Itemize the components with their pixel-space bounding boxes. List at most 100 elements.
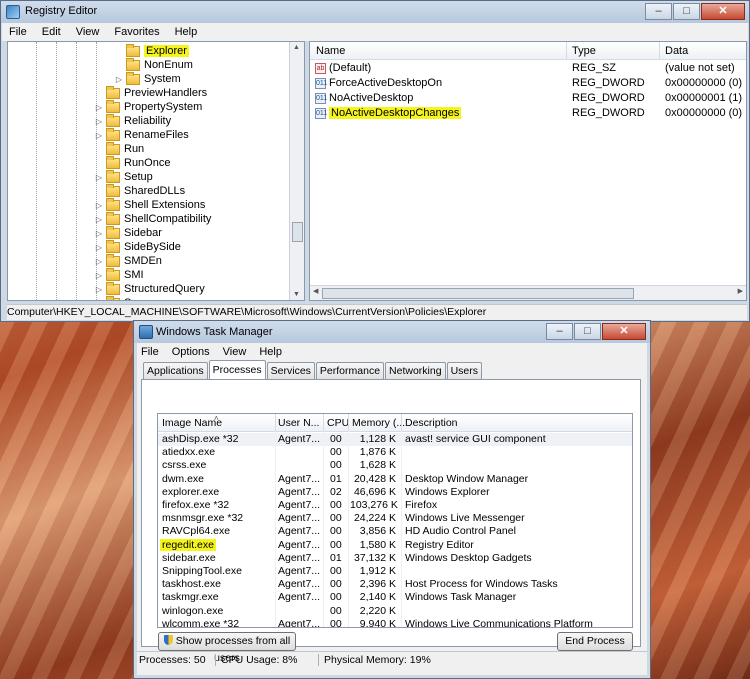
process-user-name: Agent7... xyxy=(278,565,321,577)
tab-performance[interactable]: Performance xyxy=(315,362,385,379)
tab-services[interactable]: Services xyxy=(266,362,315,379)
process-row[interactable]: msnmsgr.exe *32 Agent7... 00 24,224 K Window… xyxy=(158,512,632,525)
tree-expander-icon[interactable]: ▷ xyxy=(94,117,104,126)
process-row[interactable]: atiedxx.exe 00 1,876 K xyxy=(158,446,632,459)
tree-expander-icon[interactable]: ▷ xyxy=(94,215,104,224)
tree-expander-icon[interactable]: ▷ xyxy=(114,75,124,84)
tree-expander-icon[interactable]: ▷ xyxy=(94,131,104,140)
tree-expander-icon[interactable]: ▷ xyxy=(94,285,104,294)
process-row[interactable]: regedit.exe Agent7... 00 1,580 K Registry Ed… xyxy=(158,538,632,552)
tree-expander-icon[interactable]: ▷ xyxy=(94,229,104,238)
tree-item[interactable]: RunOnce xyxy=(94,155,171,170)
maximize-button[interactable]: □ xyxy=(574,323,601,340)
menu-options[interactable]: Options xyxy=(172,346,210,358)
tree-item[interactable]: SharedDLLs xyxy=(94,183,185,198)
tree-item[interactable]: ▷ Setup xyxy=(94,169,153,184)
tree-item[interactable]: ▷ Reliability xyxy=(94,113,171,128)
process-row[interactable]: SnippingTool.exe Agent7... 00 1,912 K xyxy=(158,565,632,578)
process-row[interactable]: taskhost.exe Agent7... 00 2,396 K Host Proce… xyxy=(158,578,632,591)
tree-expander-icon[interactable]: ▷ xyxy=(94,103,104,112)
tree-expander-icon[interactable]: ▷ xyxy=(94,271,104,280)
menu-edit[interactable]: Edit xyxy=(42,26,61,38)
process-memory: 2,220 K xyxy=(359,604,396,617)
scroll-down-arrow-icon[interactable]: ▼ xyxy=(293,291,300,298)
tab-networking[interactable]: Networking xyxy=(385,362,446,379)
process-list[interactable]: Image Name ˄ User N... CPU Memory (... D… xyxy=(157,413,633,628)
tree-item[interactable]: Run xyxy=(94,141,144,156)
registry-key-tree[interactable]: ▲ ▼ Explorer NonEnum ▷ System PreviewHandler… xyxy=(7,41,305,301)
tree-item[interactable]: ▷ SMDEn xyxy=(94,253,162,268)
column-type-header[interactable]: Type xyxy=(572,45,596,57)
registry-value-row[interactable]: 011 NoActiveDesktop REG_DWORD 0x00000001 (1… xyxy=(310,91,746,106)
folder-icon xyxy=(126,57,140,71)
tree-vertical-scrollbar[interactable]: ▲ ▼ xyxy=(289,42,304,300)
tab-processes[interactable]: Processes xyxy=(208,360,266,379)
column-name-header[interactable]: Name xyxy=(316,45,345,57)
tree-expander-icon[interactable]: ▷ xyxy=(94,201,104,210)
menu-help[interactable]: Help xyxy=(175,26,198,38)
close-button[interactable]: ✕ xyxy=(602,323,646,340)
scroll-right-arrow-icon[interactable]: ▶ xyxy=(738,287,743,295)
column-memory[interactable]: Memory (... xyxy=(352,417,405,429)
process-row[interactable]: explorer.exe Agent7... 02 46,696 K Windows E… xyxy=(158,486,632,499)
menu-file[interactable]: File xyxy=(141,346,159,358)
column-description[interactable]: Description xyxy=(405,417,458,429)
tree-expander-icon[interactable]: ▷ xyxy=(94,243,104,252)
registry-value-row[interactable]: 011 ForceActiveDesktopOn REG_DWORD 0x000000… xyxy=(310,76,746,91)
column-data-header[interactable]: Data xyxy=(665,45,688,57)
process-row[interactable]: RAVCpl64.exe Agent7... 00 3,856 K HD Audio C… xyxy=(158,525,632,538)
tree-expander-icon[interactable]: ▷ xyxy=(94,299,104,301)
menu-view[interactable]: View xyxy=(223,346,247,358)
registry-value-row[interactable]: 011 NoActiveDesktopChanges REG_DWORD 0x0000… xyxy=(310,106,746,121)
tree-item[interactable]: Explorer xyxy=(114,43,189,58)
process-row[interactable]: taskmgr.exe Agent7... 00 2,140 K Windows Tas… xyxy=(158,591,632,604)
show-all-processes-button[interactable]: Show processes from all users xyxy=(158,632,296,664)
tree-item-label: RunOnce xyxy=(124,157,171,169)
process-row[interactable]: ashDisp.exe *32 Agent7... 00 1,128 K avast! … xyxy=(158,433,632,446)
values-horizontal-scrollbar[interactable]: ◀ ▶ xyxy=(310,285,746,300)
menu-view[interactable]: View xyxy=(76,26,100,38)
menu-help[interactable]: Help xyxy=(259,346,282,358)
tree-item[interactable]: ▷ ShellCompatibility xyxy=(94,211,211,226)
minimize-button[interactable]: – xyxy=(546,323,573,340)
menu-file[interactable]: File xyxy=(9,26,27,38)
maximize-button[interactable]: □ xyxy=(673,3,700,20)
tab-users[interactable]: Users xyxy=(446,362,482,379)
close-button[interactable]: ✕ xyxy=(701,3,745,20)
end-process-button[interactable]: End Process xyxy=(557,632,633,651)
tree-item[interactable]: ▷ StructuredQuery xyxy=(94,281,205,296)
process-row[interactable]: firefox.exe *32 Agent7... 00 103,276 K Firef… xyxy=(158,499,632,512)
tree-item[interactable]: ▷ Shell Extensions xyxy=(94,197,205,212)
process-memory: 2,396 K xyxy=(359,578,396,591)
folder-icon xyxy=(106,183,120,197)
process-cpu: 00 xyxy=(330,433,342,445)
process-row[interactable]: winlogon.exe 00 2,220 K xyxy=(158,605,632,618)
scroll-up-arrow-icon[interactable]: ▲ xyxy=(293,44,300,51)
menu-favorites[interactable]: Favorites xyxy=(114,26,159,38)
tree-item[interactable]: ▷ Sidebar xyxy=(94,225,162,240)
registry-value-row[interactable]: ab (Default) REG_SZ (value not set) xyxy=(310,61,746,76)
process-row[interactable]: sidebar.exe Agent7... 01 37,132 K Windows De… xyxy=(158,552,632,565)
column-cpu[interactable]: CPU xyxy=(327,417,349,429)
tree-item[interactable]: ▷ SideBySide xyxy=(94,239,181,254)
tree-expander-icon[interactable]: ▷ xyxy=(94,173,104,182)
tree-expander-icon[interactable]: ▷ xyxy=(94,257,104,266)
title-bar[interactable]: Registry Editor – □ ✕ xyxy=(1,1,749,23)
process-row[interactable]: wlcomm.exe *32 Agent7... 00 9,940 K Windows … xyxy=(158,618,632,627)
column-user-name[interactable]: User N... xyxy=(278,417,319,429)
tree-item[interactable]: ▷ System xyxy=(114,71,181,86)
scroll-left-arrow-icon[interactable]: ◀ xyxy=(313,287,318,295)
tree-item[interactable]: ▷ SMI xyxy=(94,267,144,282)
task-manager-title-bar[interactable]: Windows Task Manager – □ ✕ xyxy=(134,321,650,343)
tree-item[interactable]: ▷ Syncmgr xyxy=(94,295,167,301)
tree-item[interactable]: NonEnum xyxy=(114,57,193,72)
process-row[interactable]: dwm.exe Agent7... 01 20,428 K Desktop Window… xyxy=(158,473,632,486)
values-scroll-thumb[interactable] xyxy=(322,288,634,299)
tree-item[interactable]: ▷ PropertySystem xyxy=(94,99,202,114)
tree-scroll-thumb[interactable] xyxy=(292,222,303,242)
process-row[interactable]: csrss.exe 00 1,628 K xyxy=(158,459,632,472)
tree-item[interactable]: PreviewHandlers xyxy=(94,85,207,100)
tree-item[interactable]: ▷ RenameFiles xyxy=(94,127,189,142)
tab-applications[interactable]: Applications xyxy=(143,362,208,379)
minimize-button[interactable]: – xyxy=(645,3,672,20)
